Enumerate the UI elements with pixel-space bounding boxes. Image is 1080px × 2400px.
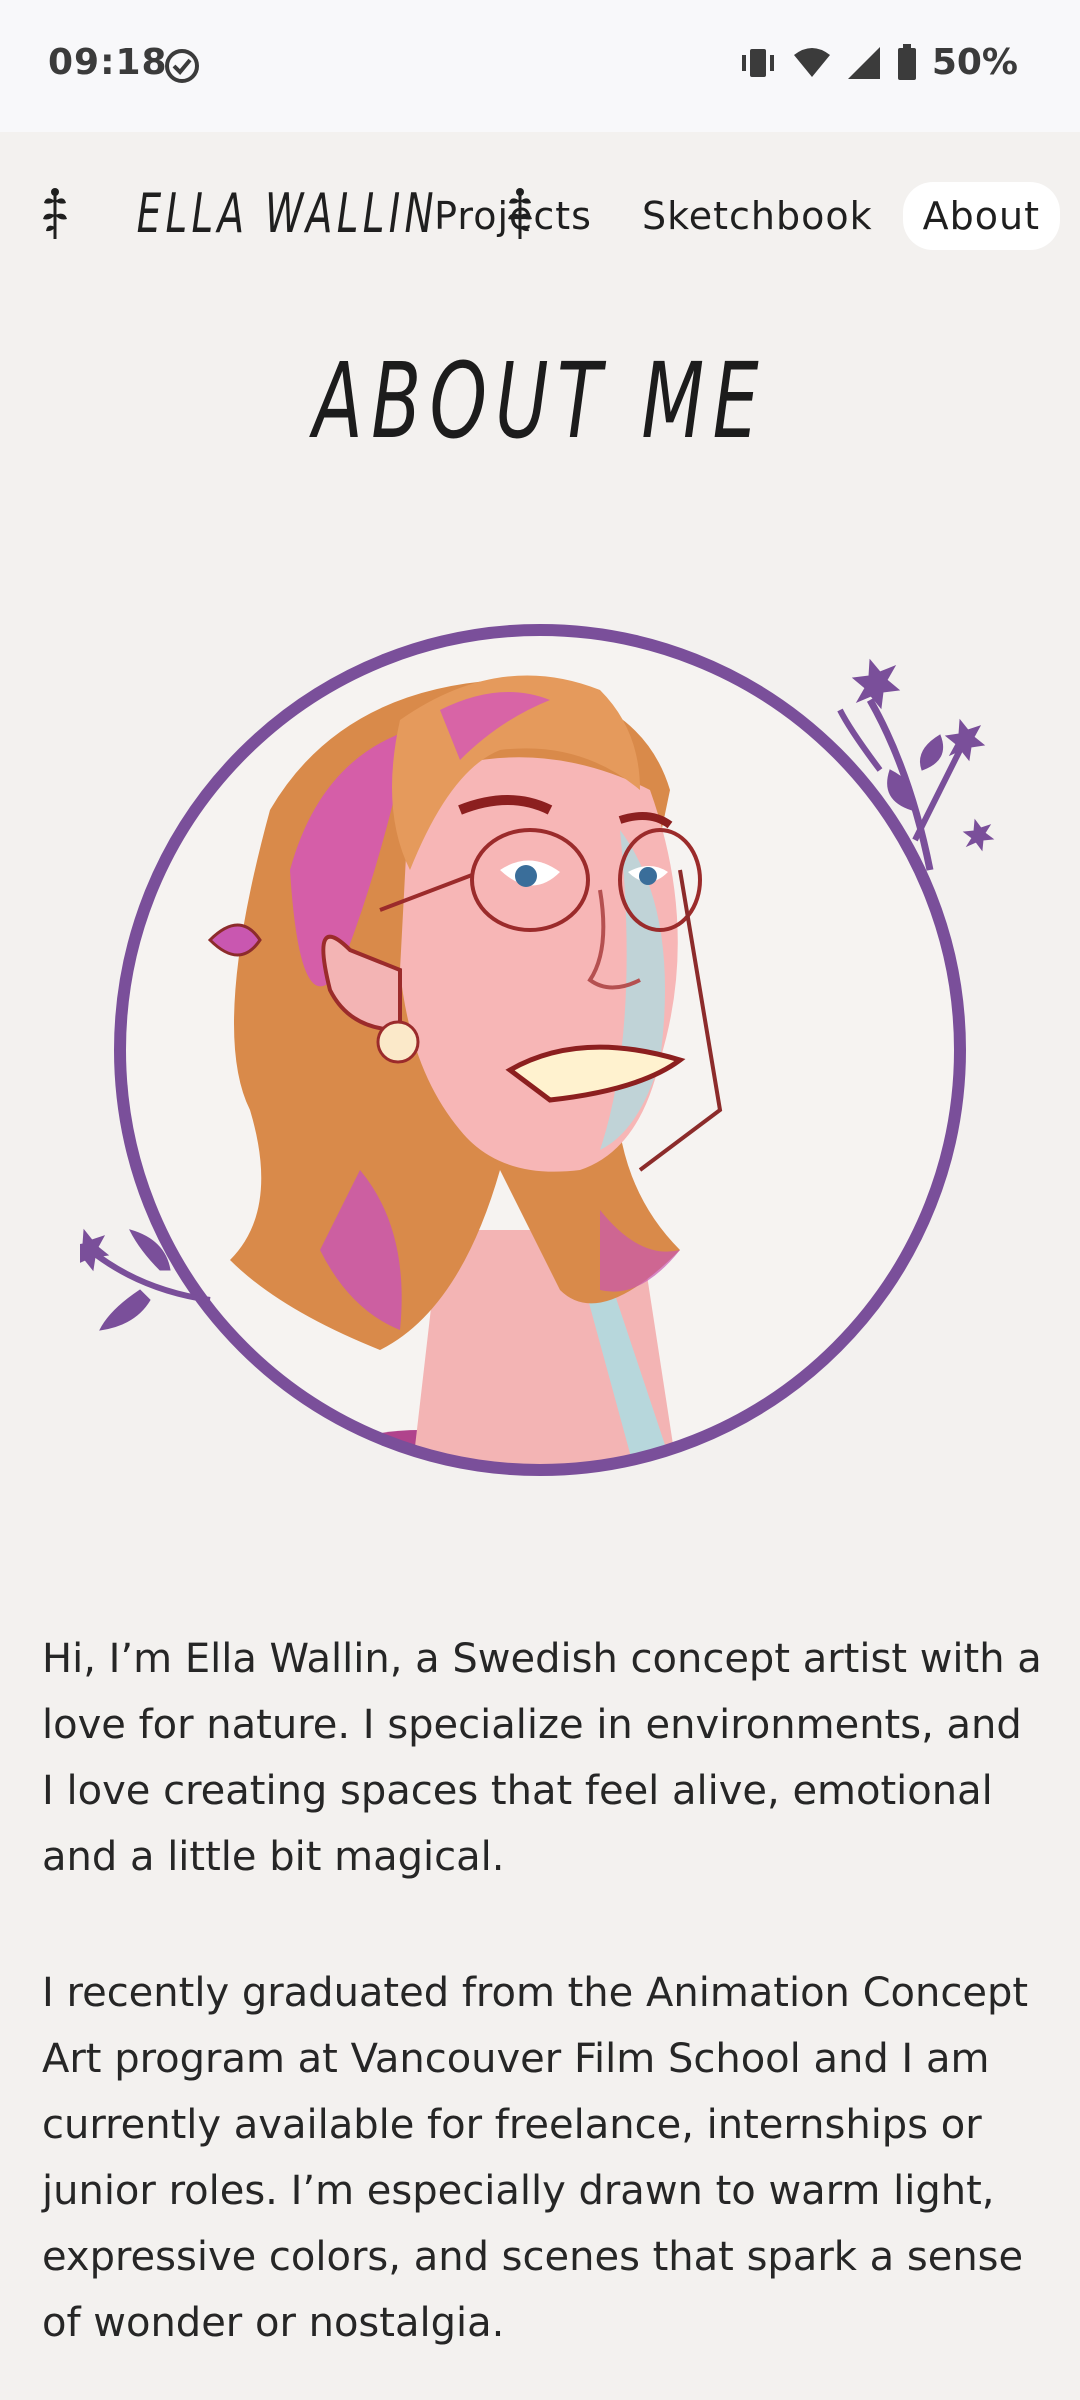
status-bar: 09:18 50% <box>0 0 1080 132</box>
nav-link-about[interactable]: About <box>902 182 1060 250</box>
about-paragraph-1: Hi, I’m Ella Wallin, a Swedish concept a… <box>42 1636 1042 1880</box>
nav-links: Projects Sketchbook About <box>404 182 1060 250</box>
battery-percent: 50% <box>931 42 1018 83</box>
nav-link-sketchbook[interactable]: Sketchbook <box>622 182 893 250</box>
logo-text: ELLA WALLIN <box>136 182 438 245</box>
status-icons: 50% <box>738 42 1018 83</box>
wifi-icon <box>793 47 830 77</box>
about-paragraph-2: I recently graduated from the Animation … <box>42 1970 1029 2346</box>
status-time: 09:18 <box>48 42 168 83</box>
check-circle-icon <box>165 49 199 83</box>
nav-link-projects[interactable]: Projects <box>414 182 612 250</box>
signal-icon <box>847 46 880 79</box>
battery-icon <box>897 43 916 80</box>
page-title: ABOUT ME <box>313 340 767 462</box>
portrait-illustration <box>80 624 995 1476</box>
sprig-left-icon <box>43 187 67 239</box>
vibrate-icon <box>741 48 774 77</box>
site-nav: ELLA WALLIN Projects Sketchbook About <box>0 132 1080 297</box>
